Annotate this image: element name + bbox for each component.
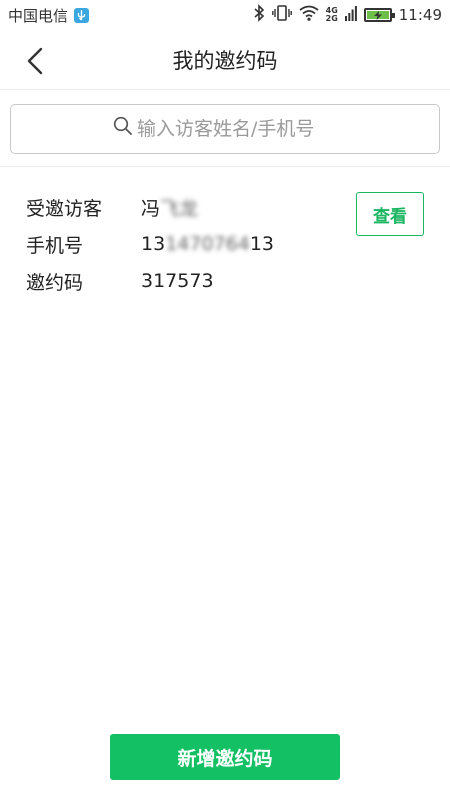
- search-box[interactable]: [10, 103, 440, 154]
- visitor-label: 受邀访客: [26, 197, 103, 220]
- status-bar: 中国电信 4G 2G 11:49: [0, 0, 450, 30]
- vibrate-icon: [271, 4, 292, 26]
- visitor-name: 冯飞龙: [141, 194, 198, 221]
- search-input[interactable]: [137, 117, 337, 140]
- chevron-left-icon: [27, 47, 43, 75]
- back-button[interactable]: [18, 44, 52, 78]
- visitor-name-blurred: 飞龙: [160, 197, 199, 220]
- status-right: 4G 2G 11:49: [253, 4, 442, 26]
- usb-icon: [74, 7, 90, 23]
- nav-bar: 我的邀约码: [0, 30, 450, 90]
- visitor-row: 受邀访客 冯飞龙: [26, 192, 198, 222]
- wifi-icon: [299, 5, 319, 25]
- status-left: 中国电信: [8, 5, 90, 26]
- phone-row: 手机号 13147076413: [26, 229, 274, 259]
- invite-card: 受邀访客 冯飞龙 手机号 13147076413 邀约码 317573 查看: [0, 180, 450, 300]
- code-label: 邀约码: [26, 271, 84, 294]
- visitor-name-visible: 冯: [141, 197, 161, 220]
- clock-time: 11:49: [398, 6, 442, 24]
- phone-suffix: 13: [249, 233, 274, 255]
- carrier-label: 中国电信: [8, 6, 69, 25]
- phone-blurred: 1470764: [165, 233, 250, 255]
- signal-icon: [344, 5, 357, 25]
- page-title: 我的邀约码: [172, 48, 278, 73]
- code-row: 邀约码 317573: [26, 266, 214, 296]
- view-button[interactable]: 查看: [356, 192, 424, 236]
- search-icon: [113, 116, 133, 141]
- network-bottom-label: 2G: [325, 14, 338, 23]
- network-type-label: 4G 2G: [326, 7, 338, 23]
- phone-prefix: 13: [141, 233, 166, 255]
- battery-icon: [363, 8, 395, 22]
- bluetooth-icon: [253, 4, 265, 26]
- screen: 中国电信 4G 2G 11:49 我的邀约码 输入访客姓名/手机号 受邀访客 冯…: [0, 0, 450, 800]
- search-section: [0, 91, 450, 167]
- code-value: 317573: [141, 270, 214, 292]
- phone-label: 手机号: [26, 234, 84, 257]
- add-invite-code-button[interactable]: 新增邀约码: [110, 734, 340, 780]
- phone-value: 13147076413: [141, 233, 274, 255]
